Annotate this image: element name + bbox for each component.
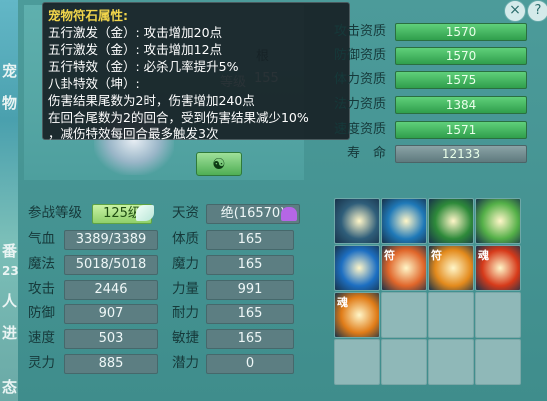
skill-slot-empty[interactable]	[428, 292, 474, 338]
soul-blade-skill-icon: 魂	[337, 296, 348, 309]
skill-slot[interactable]: 符	[381, 245, 427, 291]
skill-slot[interactable]: 魂	[334, 292, 380, 338]
talent-label: 天资	[172, 205, 199, 221]
stat-value-endurance: 165	[206, 304, 294, 324]
aptitude-label: 攻击资质	[333, 24, 386, 39]
stat-value-spirit: 885	[64, 354, 158, 374]
skill-slot-empty[interactable]	[381, 339, 427, 385]
skill-slot-empty[interactable]	[475, 339, 521, 385]
aptitude-label: 速度资质	[333, 122, 386, 137]
skill-grid: 符符魂魂	[334, 198, 521, 385]
stat-label-magic-power: 魔力	[172, 256, 199, 272]
yin-yang-button[interactable]: ☯	[196, 152, 242, 176]
skill-slot[interactable]	[334, 245, 380, 291]
aptitude-bar: 1384	[395, 96, 527, 114]
stat-label-constitution: 体质	[172, 231, 199, 247]
stat-label-spirit: 灵力	[28, 355, 55, 371]
stat-value-mp: 5018/5018	[64, 255, 158, 275]
stat-value-defense: 907	[64, 304, 158, 324]
stat-value-strength: 991	[206, 280, 294, 300]
aptitude-bar: 1571	[395, 121, 527, 139]
yin-yang-icon: ☯	[212, 155, 226, 173]
stat-label-endurance: 耐力	[172, 305, 199, 321]
wing-icon	[136, 205, 154, 221]
skill-slot[interactable]	[428, 198, 474, 244]
stat-label-attack: 攻击	[28, 281, 55, 297]
aptitude-bar: 1570	[395, 23, 527, 41]
aptitude-bar: 1575	[395, 71, 527, 89]
fire-sword-skill-icon: 符	[384, 249, 395, 262]
aptitude-label: 法力资质	[333, 97, 386, 112]
stat-label-mp: 魔法	[28, 256, 55, 272]
aptitude-label: 寿 命	[346, 146, 386, 161]
stat-label-hp: 气血	[28, 231, 55, 247]
world-text: 进	[2, 324, 18, 342]
aptitude-label: 防御资质	[333, 48, 386, 63]
world-text: 宠	[2, 62, 18, 80]
skill-slot[interactable]: 魂	[475, 245, 521, 291]
world-text: 态	[2, 378, 18, 396]
stat-label-strength: 力量	[172, 281, 199, 297]
skill-slot[interactable]	[334, 198, 380, 244]
world-text: 番	[2, 242, 18, 260]
world-text: 23	[2, 264, 19, 278]
skill-slot-empty[interactable]	[475, 292, 521, 338]
stat-value-hp: 3389/3389	[64, 230, 158, 250]
skill-slot[interactable]: 符	[428, 245, 474, 291]
stat-label-agility: 敏捷	[172, 330, 199, 346]
heart-icon[interactable]	[281, 207, 297, 221]
stat-label-defense: 防御	[28, 305, 55, 321]
soul-skill-icon: 魂	[478, 249, 489, 262]
help-button[interactable]: ?	[527, 0, 547, 22]
skill-slot-empty[interactable]	[334, 339, 380, 385]
stat-value-constitution: 165	[206, 230, 294, 250]
rune-stone-tooltip: 宠物符石属性: 五行激发（金）: 攻击增加20点 五行激发（金）: 攻击增加12…	[42, 2, 350, 141]
aptitude-bar: 1570	[395, 47, 527, 65]
tooltip-line: ，减伤特效每回合最多触发3次	[48, 126, 219, 141]
stat-label-potential: 潜力	[172, 355, 199, 371]
stat-value-attack: 2446	[64, 280, 158, 300]
skill-slot-empty[interactable]	[428, 339, 474, 385]
lifespan-bar: 12133	[395, 145, 527, 163]
stat-value-magic-power: 165	[206, 255, 294, 275]
stat-value-potential: 0	[206, 354, 294, 374]
world-text: 物	[2, 94, 18, 112]
pet-attribute-screen: 宠 物 23 番 人 进 态 根 等级 155 ☯ 宠物符石属性: 五行激发（金…	[0, 0, 547, 401]
world-text: 人	[2, 292, 18, 310]
aptitude-label: 体力资质	[333, 72, 386, 87]
skill-slot-empty[interactable]	[381, 292, 427, 338]
close-button[interactable]: ×	[504, 0, 526, 22]
battle-level-label: 参战等级	[28, 205, 82, 221]
strike-skill-icon: 符	[431, 249, 442, 262]
stat-value-speed: 503	[64, 329, 158, 349]
stat-label-speed: 速度	[28, 330, 55, 346]
talent-value: 绝(16570)	[220, 206, 286, 221]
skill-slot[interactable]	[381, 198, 427, 244]
stat-value-agility: 165	[206, 329, 294, 349]
skill-slot[interactable]	[475, 198, 521, 244]
